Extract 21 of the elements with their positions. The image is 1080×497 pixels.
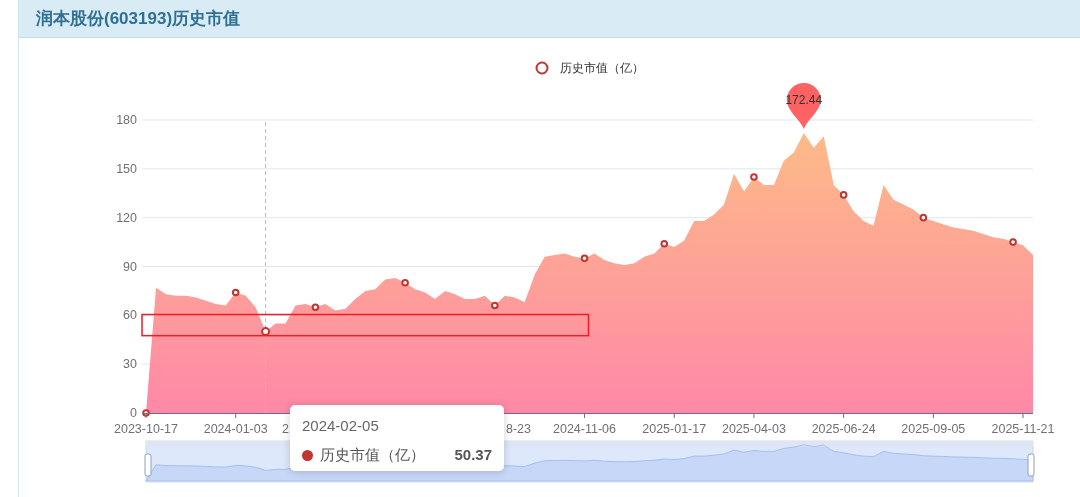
panel-title: 润本股份(603193)历史市值 xyxy=(36,7,241,30)
axis-label: 8-23 xyxy=(506,422,532,436)
axis-label: 2024-11-06 xyxy=(553,422,616,436)
axis-label: 2024-01-03 xyxy=(203,422,268,436)
axis-label: 2025-06-24 xyxy=(811,422,876,436)
axis-label: 2023-10-17 xyxy=(114,422,178,436)
axis-label: 2 xyxy=(282,422,289,436)
series-value: 50.37 xyxy=(454,445,492,465)
axis-label: 2025-01-17 xyxy=(642,422,707,436)
series-label: 历史市值（亿） xyxy=(320,445,425,465)
axis-label: 60 xyxy=(123,308,137,323)
axis-label: 30 xyxy=(123,357,137,372)
axis-label: 0 xyxy=(130,406,137,420)
axis-label: 150 xyxy=(116,161,137,176)
axis-label: 2025-11-21 xyxy=(991,422,1055,436)
axis-label: 90 xyxy=(123,259,137,274)
axis-label: 2025-04-03 xyxy=(721,422,786,436)
axis-label: 180 xyxy=(116,113,137,127)
axis-label: 2025-09-05 xyxy=(901,422,966,436)
axis-label: 120 xyxy=(116,210,137,225)
tooltip-date: 2024-02-05 xyxy=(302,416,379,436)
